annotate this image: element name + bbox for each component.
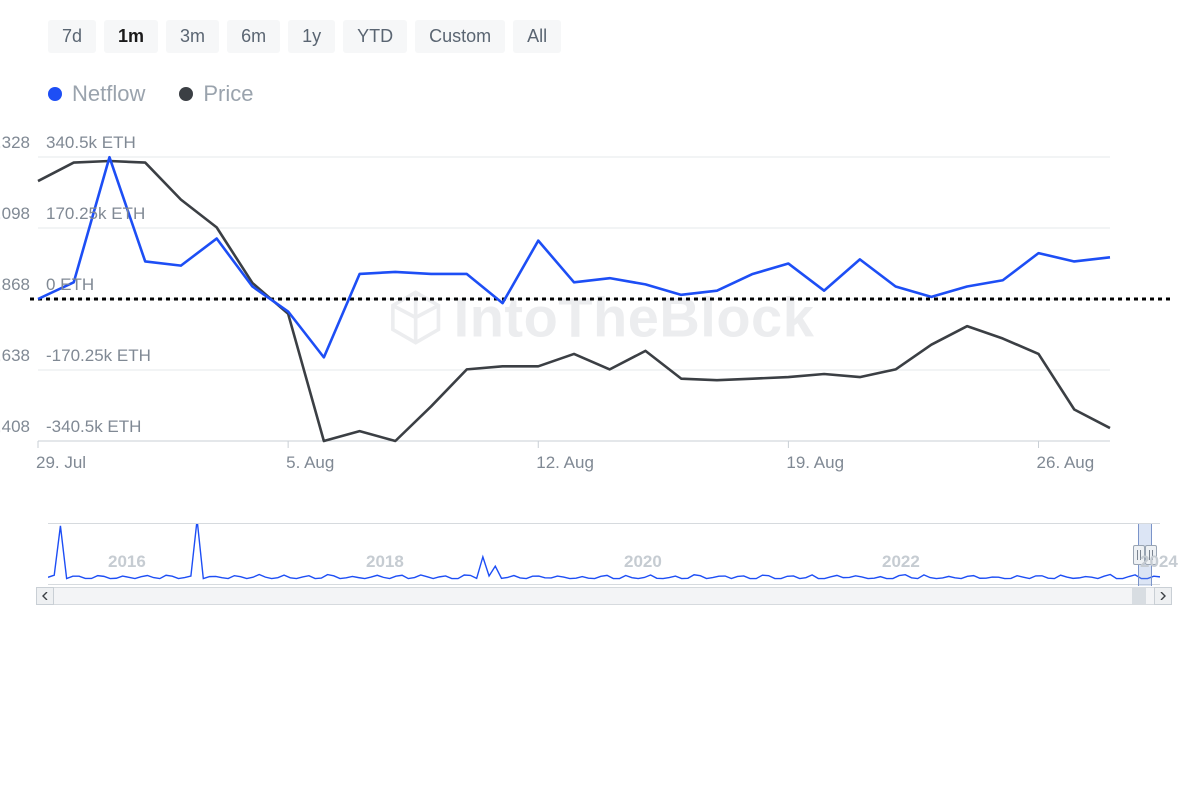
time-range-selector: 7d1m3m6m1yYTDCustomAll — [0, 20, 1200, 53]
chevron-left-icon — [42, 592, 48, 600]
main-chart[interactable]: IntoTheBlock 340.5k ETH170.25k ETH0 ETH-… — [30, 147, 1170, 487]
y-left-tick: 0 ETH — [46, 275, 94, 295]
scroll-right-button[interactable] — [1154, 587, 1172, 605]
x-tick: 5. Aug — [286, 453, 334, 473]
range-ytd-button[interactable]: YTD — [343, 20, 407, 53]
time-navigator[interactable]: 20162018202020222024 — [36, 523, 1172, 623]
navigator-year-label: 2018 — [366, 552, 404, 572]
legend-item-price[interactable]: Price — [179, 81, 253, 107]
y-left-tick: -340.5k ETH — [46, 417, 141, 437]
y-left-tick: 340.5k ETH — [46, 133, 136, 153]
y-left-tick: -170.25k ETH — [46, 346, 151, 366]
y-right-tick: $2,408 — [0, 417, 30, 437]
range-all-button[interactable]: All — [513, 20, 561, 53]
navigator-svg — [48, 524, 1160, 586]
chevron-right-icon — [1160, 592, 1166, 600]
y-right-tick: $2,868 — [0, 275, 30, 295]
y-right-tick: $2,638 — [0, 346, 30, 366]
y-left-tick: 170.25k ETH — [46, 204, 145, 224]
circle-icon — [48, 87, 62, 101]
y-right-tick: $3,098 — [0, 204, 30, 224]
legend-item-netflow[interactable]: Netflow — [48, 81, 145, 107]
chart-legend: Netflow Price — [0, 81, 1200, 107]
legend-label-price: Price — [203, 81, 253, 107]
scroll-track[interactable] — [54, 587, 1154, 605]
navigator-year-label: 2022 — [882, 552, 920, 572]
x-tick: 12. Aug — [536, 453, 594, 473]
x-tick: 29. Jul — [36, 453, 86, 473]
y-right-tick: $3,328 — [0, 133, 30, 153]
range-1m-button[interactable]: 1m — [104, 20, 158, 53]
circle-icon — [179, 87, 193, 101]
scroll-thumb[interactable] — [1132, 588, 1146, 604]
range-6m-button[interactable]: 6m — [227, 20, 280, 53]
range-7d-button[interactable]: 7d — [48, 20, 96, 53]
legend-label-netflow: Netflow — [72, 81, 145, 107]
navigator-year-label: 2020 — [624, 552, 662, 572]
navigator-year-label: 2016 — [108, 552, 146, 572]
navigator-year-label: 2024 — [1140, 552, 1178, 572]
chart-svg — [30, 147, 1170, 487]
x-tick: 26. Aug — [1037, 453, 1095, 473]
range-custom-button[interactable]: Custom — [415, 20, 505, 53]
scroll-left-button[interactable] — [36, 587, 54, 605]
x-tick: 19. Aug — [786, 453, 844, 473]
range-3m-button[interactable]: 3m — [166, 20, 219, 53]
navigator-plot[interactable]: 20162018202020222024 — [48, 523, 1160, 585]
navigator-scrollbar[interactable] — [36, 587, 1172, 605]
range-1y-button[interactable]: 1y — [288, 20, 335, 53]
